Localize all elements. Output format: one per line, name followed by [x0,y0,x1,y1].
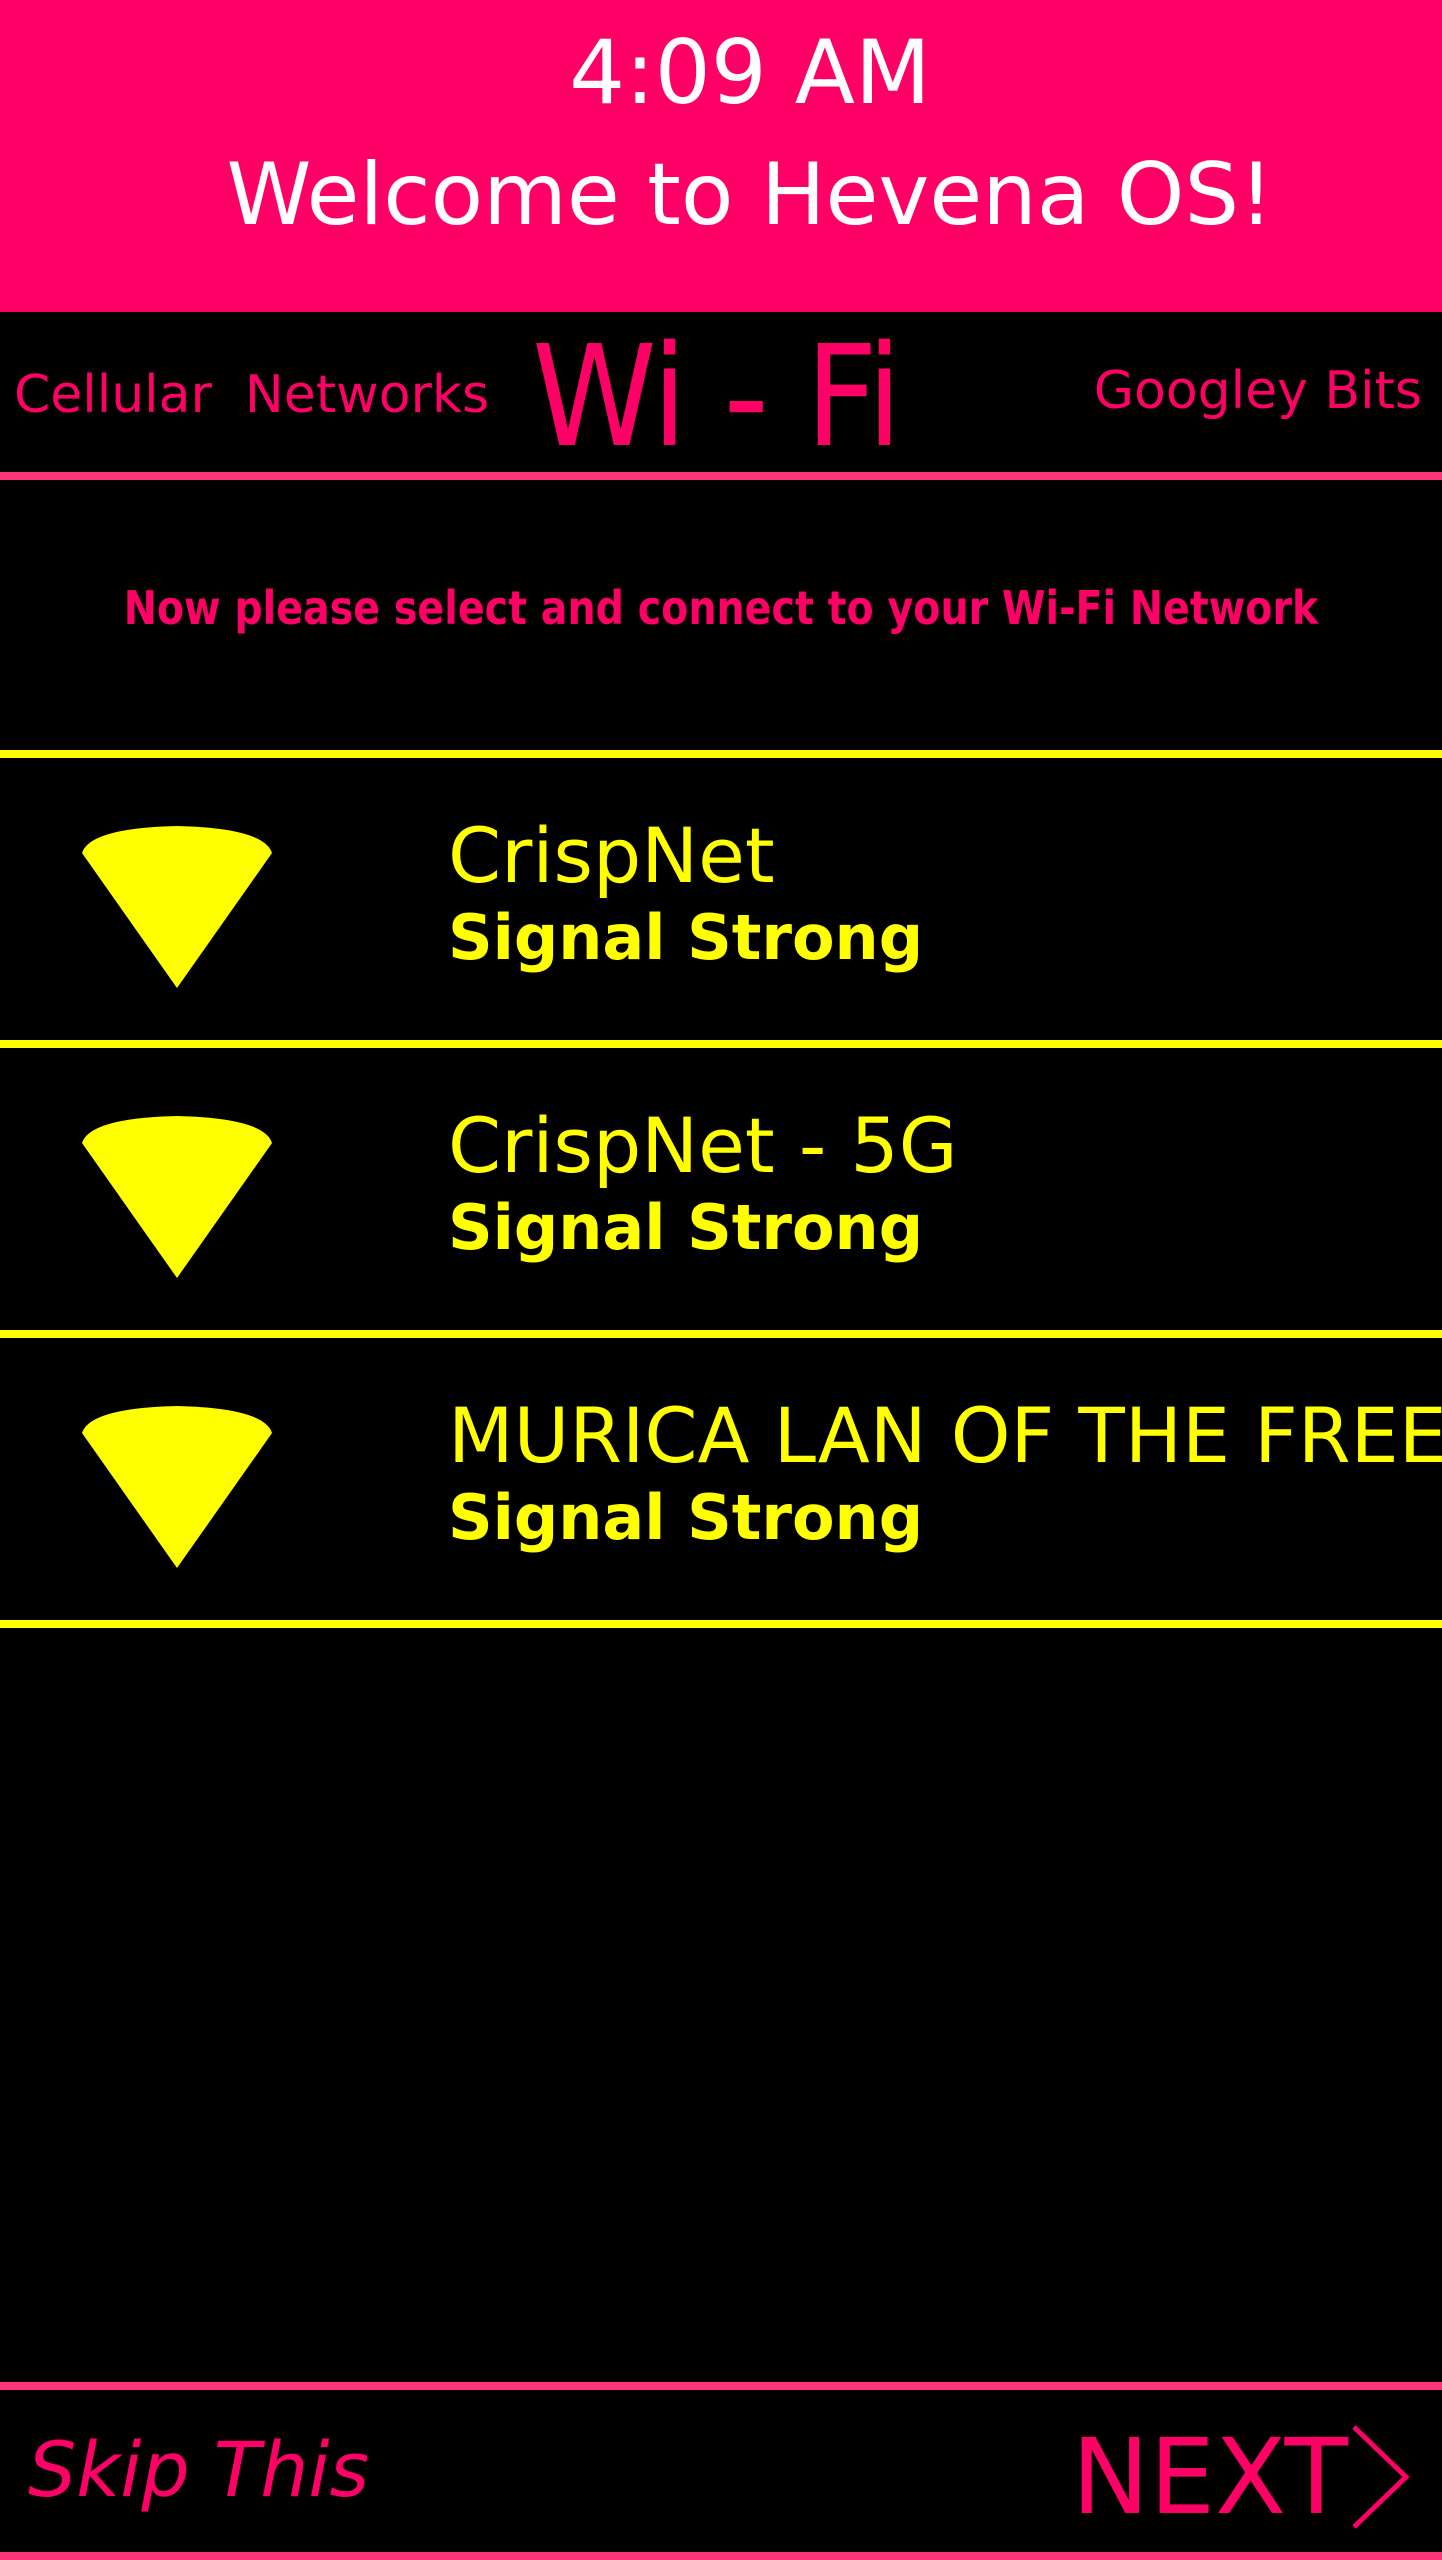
setup-tabs: Cellular Networks Wi - Fi Googley Bits [0,312,1442,478]
footer-bar: Skip This NEXT [0,2392,1442,2560]
bottom-border [0,2552,1442,2560]
network-signal: Signal Strong [448,901,924,974]
welcome-header: 4:09 AM Welcome to Hevena OS! [0,0,1442,312]
welcome-title: Welcome to Hevena OS! [226,145,1274,245]
next-button[interactable]: NEXT [1072,2412,1412,2542]
wifi-icon [82,1406,272,1568]
chevron-right-icon [1352,2425,1410,2529]
network-name: MURICA LAN OF THE FREE [448,1391,1442,1480]
tab-wifi[interactable]: Wi - Fi [532,318,902,478]
network-item[interactable]: MURICA LAN OF THE FREE Signal Strong [0,1338,1442,1618]
network-item[interactable]: CrispNet - 5G Signal Strong [0,1048,1442,1328]
tab-cellular-networks[interactable]: Cellular Networks [14,360,489,430]
clock-time: 4:09 AM [569,21,931,124]
tab-googley-bits[interactable]: Googley Bits [1094,356,1422,426]
network-signal: Signal Strong [448,1191,924,1264]
network-name: CrispNet - 5G [448,1101,958,1190]
wifi-icon [82,826,272,988]
network-item[interactable]: CrispNet Signal Strong [0,758,1442,1038]
wifi-icon [82,1116,272,1278]
next-label: NEXT [1071,2416,1348,2538]
network-signal: Signal Strong [448,1481,924,1554]
footer-divider [0,2382,1442,2390]
tabs-divider [0,472,1442,480]
network-name: CrispNet [448,811,775,900]
skip-button[interactable]: Skip This [28,2420,369,2520]
list-divider [0,750,1442,758]
instruction-text: Now please select and connect to your Wi… [123,581,1319,635]
list-divider [0,1330,1442,1338]
list-divider [0,1620,1442,1628]
list-divider [0,1040,1442,1048]
